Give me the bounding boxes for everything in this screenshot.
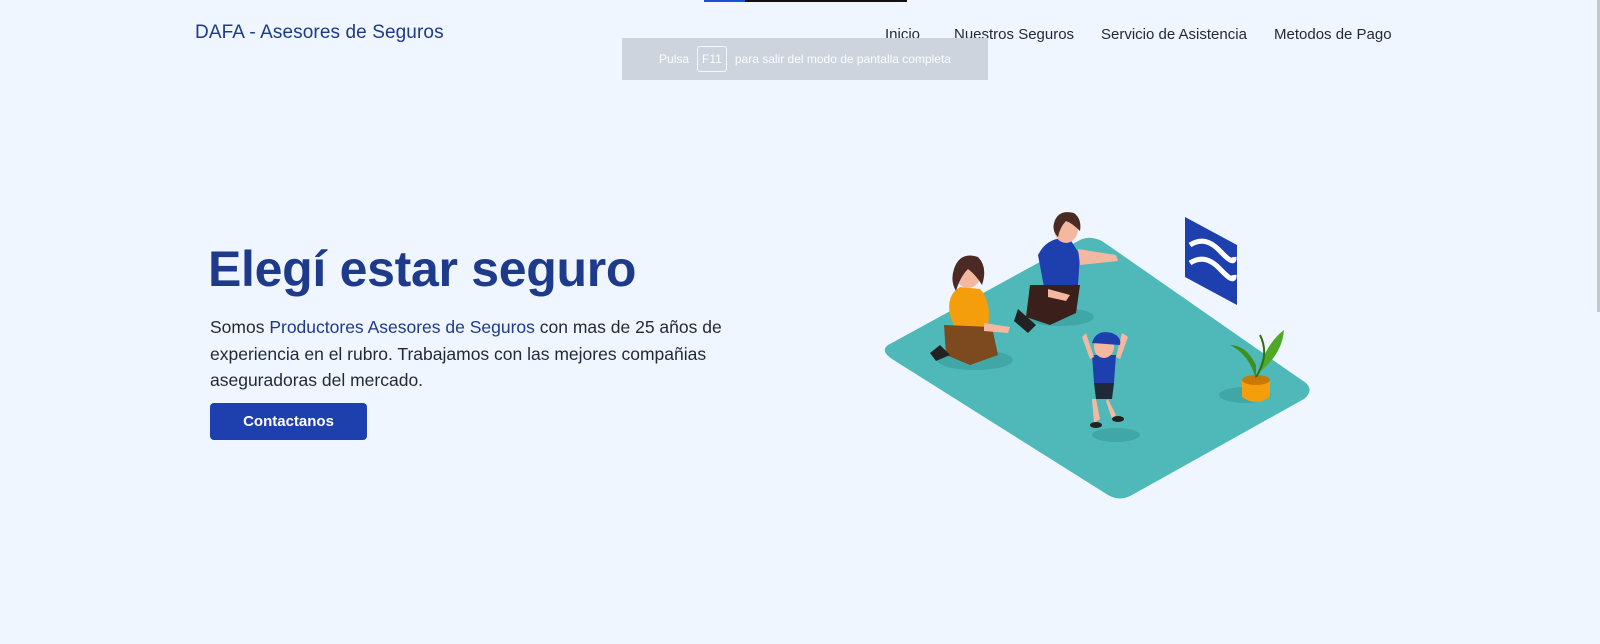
hero-title: Elegí estar seguro — [208, 241, 637, 297]
hero-text-start: Somos — [210, 317, 270, 337]
family-insurance-illustration — [884, 212, 1310, 499]
hero-text-highlight: Productores Asesores de Seguros — [269, 317, 535, 337]
fullscreen-notice-after: para salir del modo de pantalla completa — [734, 52, 951, 66]
contact-button[interactable]: Contactanos — [210, 403, 367, 440]
f11-key-badge: F11 — [697, 46, 727, 72]
top-indicator-accent — [704, 0, 745, 2]
fullscreen-exit-notice: Pulsa F11 para salir del modo de pantall… — [622, 38, 988, 80]
nav-link-servicio-de-asistencia[interactable]: Servicio de Asistencia — [1101, 26, 1247, 43]
hero-description: Somos Productores Asesores de Seguros co… — [210, 314, 730, 394]
page: DAFA - Asesores de Seguros Inicio Nuestr… — [0, 0, 1600, 644]
fullscreen-notice-before: Pulsa — [659, 52, 690, 66]
nav-link-metodos-de-pago[interactable]: Metodos de Pago — [1274, 26, 1392, 43]
